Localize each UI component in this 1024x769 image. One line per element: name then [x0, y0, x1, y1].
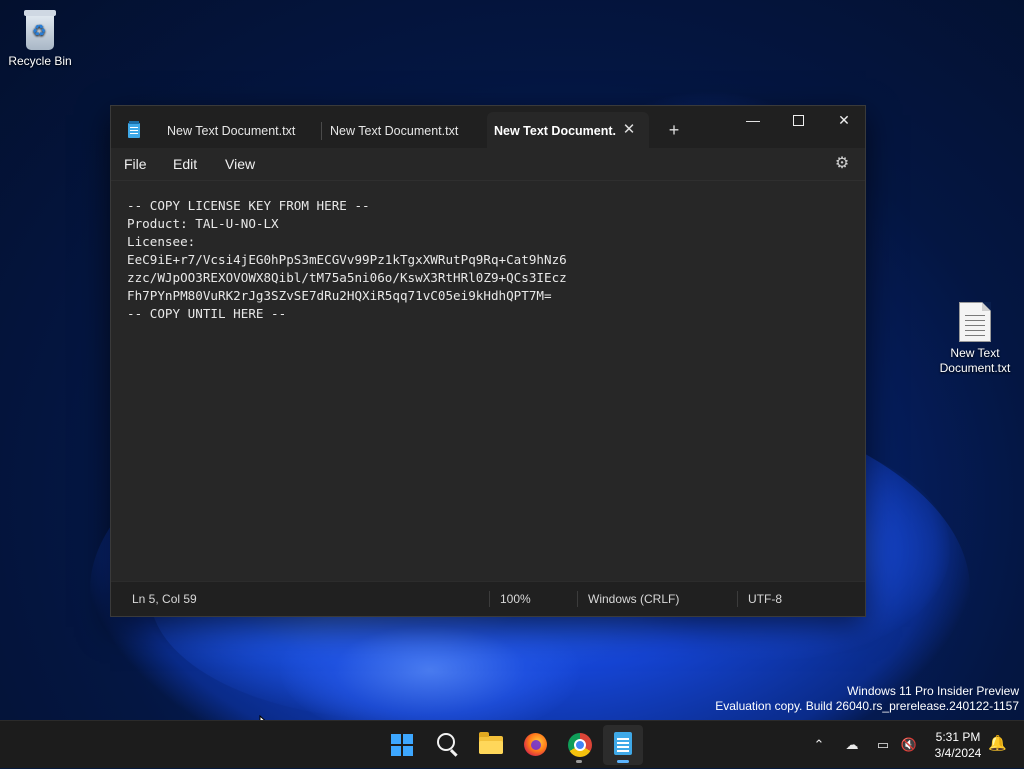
start-button[interactable] — [382, 725, 422, 765]
recycle-bin-label: Recycle Bin — [8, 54, 72, 68]
show-hidden-icons-chevron-up-icon[interactable]: ⌃ — [808, 721, 830, 769]
title-bar[interactable]: New Text Document.txt New Text Document.… — [111, 106, 865, 148]
recycle-bin-desktop-icon[interactable]: ♻ Recycle Bin — [0, 8, 80, 69]
zoom-level[interactable]: 100% — [500, 582, 531, 616]
active-indicator — [617, 760, 629, 763]
menu-file[interactable]: File — [124, 148, 147, 180]
volume-muted-icon[interactable]: 🔇 — [898, 721, 920, 769]
text-file-label: New Text Document.txt — [939, 346, 1011, 375]
network-icon[interactable]: ▭ — [872, 721, 894, 769]
firefox-icon — [524, 733, 547, 756]
close-tab-icon[interactable]: ✕ — [619, 118, 639, 142]
cloud-offline-icon[interactable]: ☁ — [840, 721, 864, 769]
notification-bell-icon[interactable]: 🔔 — [988, 735, 1007, 753]
folder-icon — [479, 732, 503, 754]
text-file-icon — [959, 302, 991, 342]
cursor-position: Ln 5, Col 59 — [132, 592, 197, 606]
menu-edit[interactable]: Edit — [173, 148, 197, 180]
running-indicator — [576, 760, 582, 763]
windows-logo-icon — [391, 734, 413, 756]
line-ending[interactable]: Windows (CRLF) — [588, 582, 679, 616]
status-bar: Ln 5, Col 59 100% Windows (CRLF) UTF-8 — [111, 581, 865, 616]
maximize-icon — [792, 115, 804, 126]
taskbar: ⌃ ☁ ▭ 🔇 5:31 PM 3/4/2024 🔔 — [0, 720, 1024, 768]
menu-view[interactable]: View — [225, 148, 255, 180]
tab-label: New Text Document.txt — [167, 124, 296, 138]
close-window-button[interactable]: ✕ — [821, 106, 867, 134]
document-content[interactable]: -- COPY LICENSE KEY FROM HERE -- Product… — [127, 197, 567, 323]
tab-label: New Text Document.txt — [330, 124, 459, 138]
new-tab-plus-icon[interactable]: + — [664, 118, 684, 142]
watermark-build: Evaluation copy. Build 26040.rs_prerelea… — [715, 699, 1019, 713]
tab-label: New Text Document. — [494, 124, 617, 138]
search-button[interactable] — [427, 725, 467, 765]
clock-date: 3/4/2024 — [934, 746, 982, 760]
menu-bar: File Edit View ⚙ — [111, 148, 865, 180]
file-explorer-button[interactable] — [471, 725, 511, 765]
evaluation-watermark: Windows 11 Pro Insider Preview Evaluatio… — [715, 684, 1019, 714]
chrome-icon — [568, 733, 592, 757]
notepad-window: New Text Document.txt New Text Document.… — [110, 105, 866, 617]
tab-divider — [321, 122, 322, 140]
search-icon — [437, 733, 455, 751]
text-file-desktop-icon[interactable]: New Text Document.txt — [935, 302, 1015, 376]
minimize-button[interactable]: — — [730, 106, 776, 134]
status-divider — [737, 591, 738, 607]
clock-time: 5:31 PM — [935, 730, 981, 744]
recycle-bin-icon: ♻ — [22, 8, 58, 50]
tab-document-2[interactable]: New Text Document.txt — [330, 112, 480, 148]
tab-document-1[interactable]: New Text Document.txt — [167, 112, 317, 148]
settings-gear-icon[interactable]: ⚙ — [833, 155, 851, 173]
firefox-button[interactable] — [515, 725, 555, 765]
system-clock[interactable]: 5:31 PM 3/4/2024 — [928, 729, 988, 761]
status-divider — [577, 591, 578, 607]
status-divider — [489, 591, 490, 607]
watermark-edition: Windows 11 Pro Insider Preview — [847, 684, 1019, 698]
chrome-button[interactable] — [559, 725, 599, 765]
text-editor-area[interactable]: -- COPY LICENSE KEY FROM HERE -- Product… — [111, 180, 865, 583]
encoding[interactable]: UTF-8 — [748, 582, 782, 616]
notepad-icon — [614, 732, 632, 755]
notepad-taskbar-button[interactable] — [603, 725, 643, 765]
notepad-app-icon — [128, 121, 140, 138]
maximize-button[interactable] — [775, 106, 821, 134]
